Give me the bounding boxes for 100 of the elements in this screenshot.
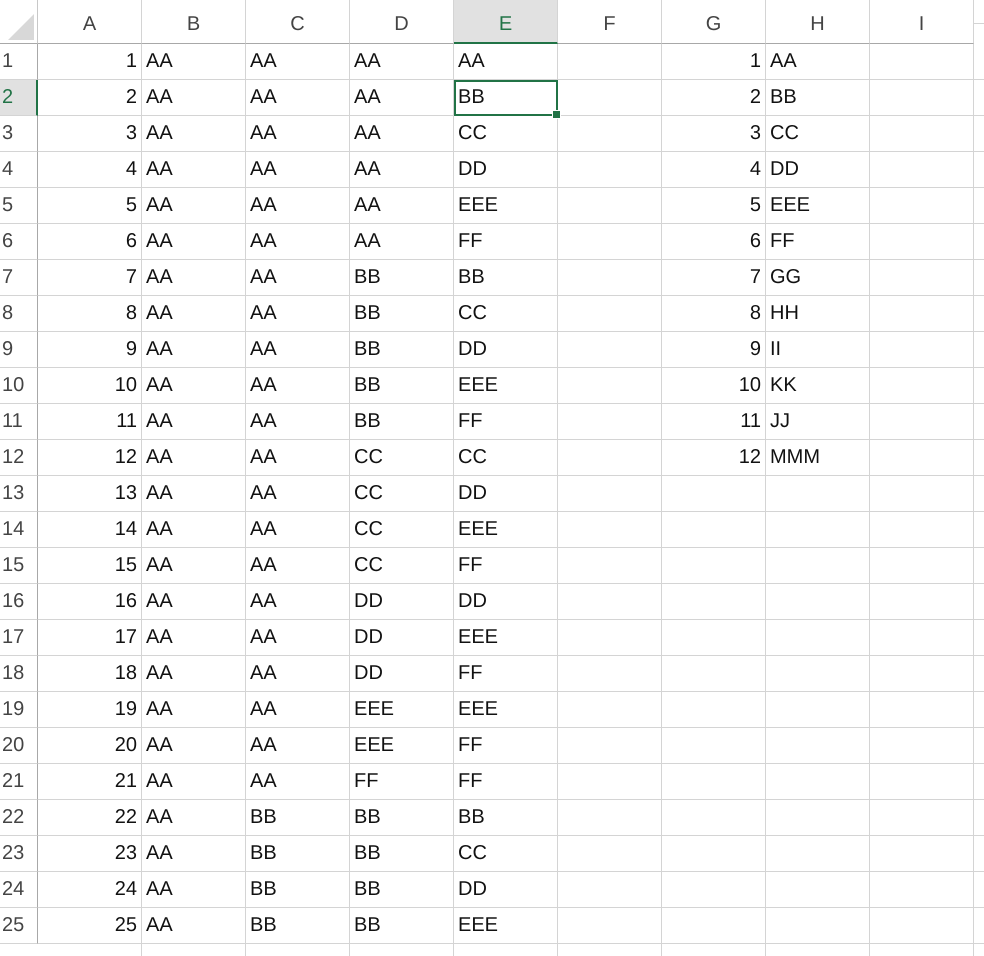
table-cell: EEE (454, 188, 558, 224)
table-cell: 14 (38, 512, 142, 548)
table-cell: AA (142, 692, 246, 728)
table-cell: 20 (38, 728, 142, 764)
table-cell: AA (766, 44, 870, 80)
table-cell: CC (350, 512, 454, 548)
table-cell: AA (142, 80, 246, 116)
table-cell: AA (142, 476, 246, 512)
row-header[interactable]: 7 (0, 260, 38, 296)
table-cell: AA (246, 368, 350, 404)
table-cell: BB (246, 908, 350, 944)
table-cell: AA (246, 476, 350, 512)
table-cell: AA (246, 620, 350, 656)
table-cell: 13 (38, 476, 142, 512)
table-cell: AA (246, 764, 350, 800)
table-cell: BB (350, 260, 454, 296)
table-cell: AA (142, 584, 246, 620)
table-cell: 3 (662, 116, 766, 152)
table-cell: CC (454, 116, 558, 152)
table-cell: AA (142, 836, 246, 872)
table-cell: 9 (662, 332, 766, 368)
table-cell: CC (350, 548, 454, 584)
table-cell: 2 (38, 80, 142, 116)
table-cell: 5 (662, 188, 766, 224)
table-cell: BB (454, 260, 558, 296)
table-cell: BB (350, 800, 454, 836)
table-cell: AA (350, 44, 454, 80)
table-cell: BB (350, 836, 454, 872)
table-cell: AA (142, 44, 246, 80)
table-cell: 6 (662, 224, 766, 260)
table-cell: AA (350, 188, 454, 224)
table-cell: DD (350, 584, 454, 620)
table-cell: 10 (662, 368, 766, 404)
table-cell: AA (142, 368, 246, 404)
table-cell: 9 (38, 332, 142, 368)
table-cell: DD (454, 584, 558, 620)
table-cell: CC (454, 296, 558, 332)
table-cell: BB (350, 368, 454, 404)
table-cell: DD (454, 476, 558, 512)
fill-handle[interactable] (552, 110, 561, 119)
table-cell: EEE (350, 692, 454, 728)
table-cell: 24 (38, 872, 142, 908)
row-header[interactable]: 5 (0, 188, 38, 224)
table-cell: 21 (38, 764, 142, 800)
table-cell: CC (350, 440, 454, 476)
table-cell: AA (142, 440, 246, 476)
table-cell: AA (246, 116, 350, 152)
table-cell: BB (454, 80, 558, 116)
row-header[interactable]: 23 (0, 836, 38, 872)
table-cell: BB (350, 296, 454, 332)
table-cell: AA (350, 116, 454, 152)
table-cell: AA (142, 296, 246, 332)
table-cell: GG (766, 260, 870, 296)
table-cell: EEE (766, 188, 870, 224)
table-cell: 8 (38, 296, 142, 332)
table-cell: 15 (38, 548, 142, 584)
row-header[interactable]: 21 (0, 764, 38, 800)
table-cell: JJ (766, 404, 870, 440)
row-header[interactable]: 25 (0, 908, 38, 944)
table-cell: AA (246, 584, 350, 620)
table-cell: AA (246, 440, 350, 476)
row-header[interactable]: 2 (0, 80, 38, 116)
table-cell: 7 (662, 260, 766, 296)
table-cell: AA (350, 152, 454, 188)
row-header[interactable]: 24 (0, 872, 38, 908)
table-cell: BB (246, 800, 350, 836)
table-cell: HH (766, 296, 870, 332)
column-header[interactable]: E (454, 0, 558, 44)
table-cell: AA (142, 332, 246, 368)
row-header[interactable]: 6 (0, 224, 38, 260)
table-cell: BB (246, 872, 350, 908)
table-cell: 7 (38, 260, 142, 296)
table-cell: CC (454, 440, 558, 476)
row-header[interactable]: 9 (0, 332, 38, 368)
table-cell: AA (142, 800, 246, 836)
table-cell: AA (142, 512, 246, 548)
table-cell: AA (246, 188, 350, 224)
row-header[interactable]: 22 (0, 800, 38, 836)
table-cell: AA (454, 44, 558, 80)
table-cell: EEE (454, 368, 558, 404)
table-cell: AA (246, 332, 350, 368)
table-cell: DD (454, 332, 558, 368)
row-header[interactable]: 4 (0, 152, 38, 188)
row-header[interactable]: 8 (0, 296, 38, 332)
table-cell: 18 (38, 656, 142, 692)
table-cell: MMM (766, 440, 870, 476)
table-cell: DD (766, 152, 870, 188)
table-cell: AA (246, 44, 350, 80)
table-cell: 16 (38, 584, 142, 620)
table-cell: 10 (38, 368, 142, 404)
table-cell: AA (246, 548, 350, 584)
table-cell: AA (246, 80, 350, 116)
row-header[interactable]: 3 (0, 116, 38, 152)
table-cell: BB (246, 836, 350, 872)
table-cell: 1 (38, 44, 142, 80)
table-cell: 11 (38, 404, 142, 440)
table-cell: AA (142, 872, 246, 908)
row-header[interactable]: 20 (0, 728, 38, 764)
table-cell: BB (350, 332, 454, 368)
table-cell: AA (142, 404, 246, 440)
